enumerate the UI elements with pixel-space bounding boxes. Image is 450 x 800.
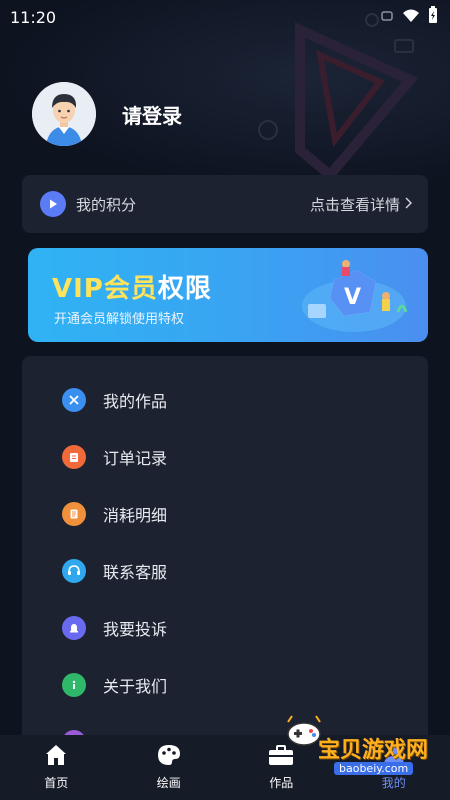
watermark-url: baobeiy.com (334, 762, 414, 775)
palette-icon (157, 744, 181, 770)
menu-item-label: 订单记录 (103, 449, 168, 468)
points-card[interactable]: 我的积分 点击查看详情 (22, 175, 428, 233)
customer-service-icon (62, 559, 86, 583)
menu-item-consumption[interactable]: 消耗明细 (22, 494, 428, 534)
tab-home[interactable]: 首页 (0, 735, 113, 800)
points-details-text[interactable]: 点击查看详情 (310, 194, 400, 215)
login-prompt[interactable]: 请登录 (122, 100, 182, 129)
vip-title-prefix: VIP会员 (52, 274, 158, 304)
menu-item-orders[interactable]: 订单记录 (22, 437, 428, 477)
menu-item-complaint[interactable]: 我要投诉 (22, 608, 428, 648)
menu-item-label: 我要投诉 (103, 620, 168, 639)
consumption-icon (62, 502, 86, 526)
status-bar: 11:20 (0, 0, 450, 34)
points-label: 我的积分 (76, 195, 137, 214)
menu-item-label: 我的作品 (103, 392, 168, 411)
tab-paint[interactable]: 绘画 (113, 735, 226, 800)
vip-illustration: V (294, 254, 414, 338)
order-icon (62, 445, 86, 469)
points-details-link[interactable]: 点击查看详情 (310, 194, 412, 215)
status-icons (380, 6, 438, 28)
vip-title-suffix: 权限 (157, 274, 212, 304)
menu-item-works[interactable]: 我的作品 (22, 380, 428, 420)
play-circle-icon (40, 191, 66, 217)
status-time: 11:20 (10, 7, 57, 27)
vip-badge-letter: V (344, 285, 361, 310)
tab-label: 绘画 (156, 776, 181, 790)
menu-item-about[interactable]: 关于我们 (22, 665, 428, 705)
watermark-text: 宝贝游戏网 (318, 738, 429, 763)
menu-item-label: 联系客服 (103, 563, 168, 582)
wifi-icon (402, 8, 420, 27)
battery-charging-icon (428, 6, 438, 28)
profile-header[interactable]: 请登录 (32, 82, 182, 146)
about-icon (62, 673, 86, 697)
menu-item-label: 消耗明细 (103, 506, 168, 525)
avatar[interactable] (32, 82, 96, 146)
menu-item-label: 关于我们 (103, 677, 168, 696)
vip-title: VIP会员权限 (52, 268, 212, 305)
chevron-right-icon (404, 195, 412, 213)
points-left: 我的积分 (40, 191, 136, 217)
site-watermark: 宝贝游戏网 baobeiy.com (280, 710, 430, 780)
vip-subtitle: 开通会员解锁使用特权 (54, 312, 185, 327)
complaint-icon (62, 616, 86, 640)
notification-icon (380, 8, 394, 27)
tab-label: 首页 (44, 776, 69, 790)
avatar-boy-icon (32, 82, 96, 146)
home-icon (44, 744, 68, 770)
vip-banner[interactable]: VIP会员权限 开通会员解锁使用特权 V (28, 248, 428, 342)
menu-item-customer-service[interactable]: 联系客服 (22, 551, 428, 591)
works-icon (62, 388, 86, 412)
